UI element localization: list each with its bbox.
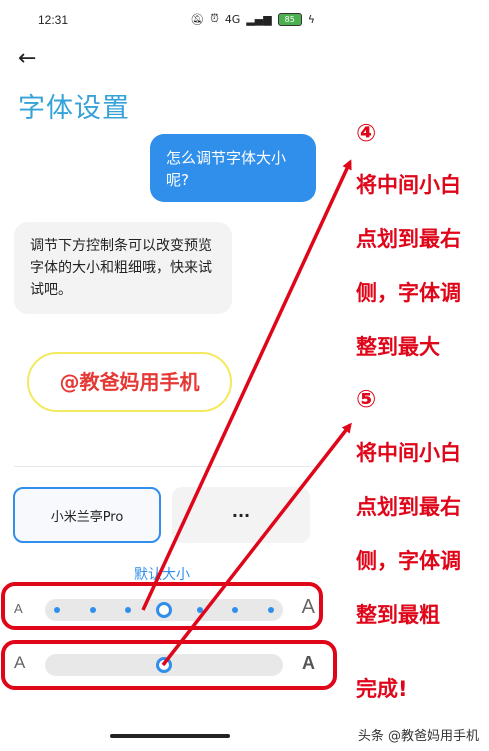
step5-line-1: 将中间小白 [356, 441, 461, 465]
step4-line-3: 侧，字体调 [356, 281, 461, 305]
step5-line-3: 侧，字体调 [356, 549, 461, 573]
step5-line-2: 点划到最右 [356, 495, 461, 519]
step4-line-4: 整到最大 [356, 335, 440, 359]
arrow-step4 [141, 159, 352, 611]
annotation-arrows [141, 159, 352, 667]
step4-line-2: 点划到最右 [356, 227, 461, 251]
footer-credit: 头条 @教爸妈用手机 [357, 729, 479, 744]
step5-line-4: 整到最粗 [356, 603, 440, 627]
step4-line-1: 将中间小白 [356, 173, 461, 197]
step4-marker: ④ [356, 119, 377, 147]
step5-marker: ⑤ [356, 385, 377, 413]
done-label: 完成! [356, 677, 408, 701]
arrow-step5 [161, 422, 352, 667]
